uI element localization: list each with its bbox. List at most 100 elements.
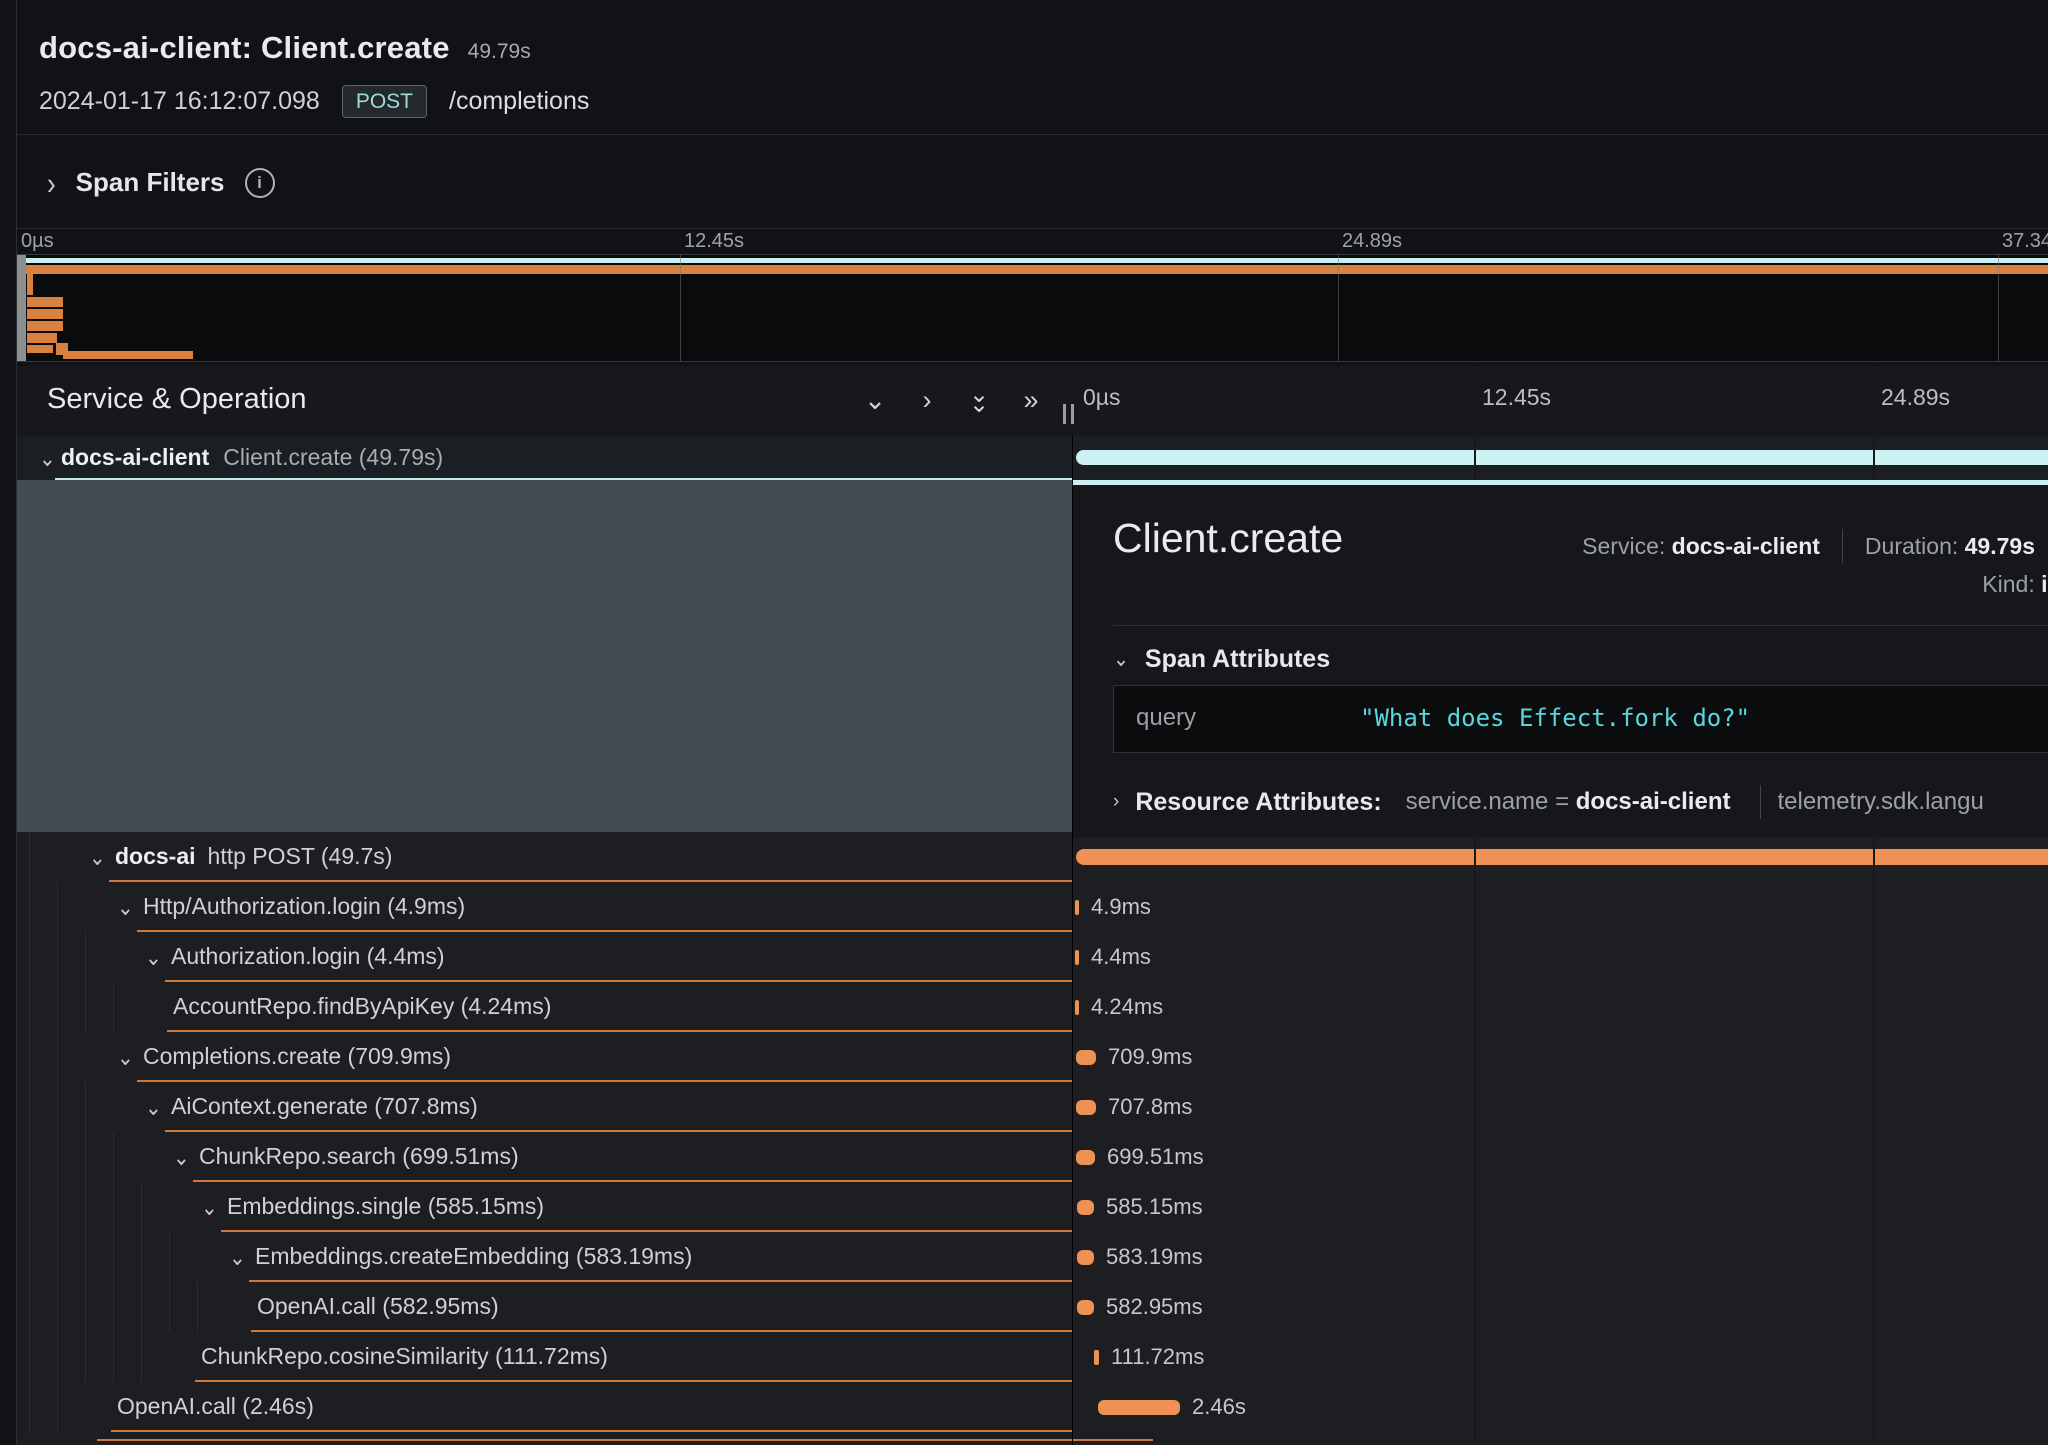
span-filters-toggle[interactable]: › Span Filters i: [47, 167, 275, 198]
minimap-tick-label: 12.45s: [684, 230, 744, 253]
trace-duration: 49.79s: [468, 40, 531, 64]
span-row[interactable]: ⌄Authorization.login (4.4ms)4.4ms: [17, 932, 2048, 982]
expand-all-icon[interactable]: »: [1011, 380, 1051, 420]
span-duration-label: 699.51ms: [1107, 1144, 1204, 1170]
span-row[interactable]: ⌄Http/Authorization.login (4.9ms)4.9ms: [17, 882, 2048, 932]
span-row-label: AiContext.generate (707.8ms): [171, 1093, 478, 1120]
span-row[interactable]: ⌄Embeddings.createEmbedding (583.19ms)58…: [17, 1232, 2048, 1282]
timeline-tick-label: 0µs: [1083, 384, 1121, 411]
span-detail-panel: Client.create Service: docs-ai-client Du…: [17, 480, 2048, 832]
span-attributes-title: Span Attributes: [1145, 645, 1330, 674]
minimap-span-bar: [27, 345, 53, 353]
span-duration-label: 707.8ms: [1108, 1094, 1192, 1120]
chevron-down-icon[interactable]: ⌄: [145, 943, 162, 972]
partial-span-row: [17, 1432, 2048, 1445]
span-duration-bar[interactable]: [1076, 1100, 1096, 1115]
span-row-label: OpenAI.call (582.95ms): [257, 1293, 499, 1320]
column-divider[interactable]: [1072, 436, 1073, 1445]
minimap-viewport-handle[interactable]: [17, 255, 26, 361]
span-row-label: docs-ai-clientClient.create (49.79s): [61, 444, 443, 471]
span-duration-bar[interactable]: [1076, 1150, 1095, 1165]
span-row-label: Embeddings.single (585.15ms): [227, 1193, 544, 1220]
span-row-label: OpenAI.call (2.46s): [117, 1393, 314, 1420]
attribute-row-query[interactable]: query "What does Effect.fork do?": [1113, 685, 2048, 753]
span-row[interactable]: ChunkRepo.cosineSimilarity (111.72ms)111…: [17, 1332, 2048, 1382]
resource-extra: telemetry.sdk.langu: [1777, 788, 1983, 816]
span-detail-content: Client.create Service: docs-ai-client Du…: [1073, 480, 2048, 837]
row-underline: [165, 1130, 1072, 1132]
collapse-all-icon[interactable]: ⌄⌄: [959, 380, 999, 420]
request-path: /completions: [449, 87, 589, 116]
span-attributes-toggle[interactable]: ⌄ Span Attributes: [1113, 645, 1330, 674]
span-duration-bar[interactable]: [1094, 1350, 1099, 1365]
span-duration-bar[interactable]: [1076, 849, 2048, 865]
span-duration-bar[interactable]: [1077, 1250, 1094, 1265]
span-duration-label: 583.19ms: [1106, 1244, 1203, 1270]
span-duration-label: 709.9ms: [1108, 1044, 1192, 1070]
chevron-down-icon[interactable]: ⌄: [201, 1193, 218, 1222]
row-underline: [165, 980, 1072, 982]
span-row[interactable]: ⌄Embeddings.single (585.15ms)585.15ms: [17, 1182, 2048, 1232]
span-filters-section: › Span Filters i: [17, 135, 2048, 229]
minimap-span-bar: [27, 309, 63, 319]
span-duration-label: 4.4ms: [1091, 944, 1151, 970]
span-row-label: docs-aihttp POST (49.7s): [115, 843, 392, 870]
trace-view-page: docs-ai-client: Client.create 49.79s 202…: [0, 0, 2048, 1445]
span-row[interactable]: ⌄ docs-aihttp POST (49.7s): [17, 832, 2048, 882]
minimap-span-bar: [27, 333, 57, 343]
span-row[interactable]: ⌄ChunkRepo.search (699.51ms)699.51ms: [17, 1132, 2048, 1182]
chevron-right-icon: ›: [47, 167, 56, 198]
span-row[interactable]: ⌄ AiContext.generate (707.8ms) 707.8ms: [17, 1082, 2048, 1132]
span-row[interactable]: OpenAI.call (582.95ms) 582.95ms: [17, 1282, 2048, 1332]
row-underline: [167, 1030, 1072, 1032]
minimap-gridline: [680, 255, 681, 361]
span-filters-label: Span Filters: [76, 167, 225, 198]
chevron-down-icon[interactable]: ⌄: [117, 1043, 134, 1072]
span-duration-bar[interactable]: [1075, 900, 1079, 915]
span-bar-client-create[interactable]: [1076, 450, 2048, 465]
span-duration-bar[interactable]: [1075, 950, 1079, 965]
span-row[interactable]: ⌄Completions.create (709.9ms)709.9ms: [17, 1032, 2048, 1082]
detail-divider: [1113, 625, 2048, 626]
row-underline: [249, 1280, 1072, 1282]
info-icon[interactable]: i: [245, 168, 275, 198]
chevron-down-icon[interactable]: ⌄: [173, 1143, 190, 1172]
attribute-key: query: [1136, 704, 1196, 732]
chevron-down-icon: ⌄: [1113, 646, 1129, 672]
column-resizer-handle[interactable]: [1063, 404, 1074, 424]
page-title: docs-ai-client: Client.create: [39, 30, 450, 66]
span-duration-bar[interactable]: [1098, 1400, 1180, 1415]
timeline-tick-label: 24.89s: [1881, 384, 1950, 411]
minimap-span-bar: [27, 321, 63, 331]
span-row-client-create[interactable]: ⌄ docs-ai-clientClient.create (49.79s): [17, 436, 2048, 480]
trace-header: docs-ai-client: Client.create 49.79s 202…: [17, 0, 2048, 135]
collapse-one-icon[interactable]: ⌄: [855, 380, 895, 420]
chevron-down-icon[interactable]: ⌄: [117, 893, 134, 922]
span-row[interactable]: OpenAI.call (2.46s)2.46s: [17, 1382, 2048, 1432]
minimap-canvas[interactable]: [17, 254, 2048, 362]
span-duration-bar[interactable]: [1075, 1000, 1079, 1015]
span-duration-label: 4.24ms: [1091, 994, 1163, 1020]
row-underline: [137, 930, 1072, 932]
chevron-down-icon[interactable]: ⌄: [145, 1093, 162, 1122]
resource-attributes-toggle[interactable]: › Resource Attributes: service.name = do…: [1113, 785, 1984, 819]
span-row[interactable]: AccountRepo.findByApiKey (4.24ms)4.24ms: [17, 982, 2048, 1032]
chevron-down-icon[interactable]: ⌄: [89, 843, 106, 872]
span-row-label: ChunkRepo.cosineSimilarity (111.72ms): [201, 1343, 608, 1370]
row-underline: [111, 1430, 1072, 1432]
minimap-span-bar: [27, 274, 33, 295]
span-duration-label: 582.95ms: [1106, 1294, 1203, 1320]
span-duration-bar[interactable]: [1076, 1050, 1096, 1065]
expand-one-icon[interactable]: ›: [907, 380, 947, 420]
span-detail-left-pane: [17, 480, 1072, 832]
service-operation-header: Service & Operation: [47, 383, 307, 416]
chevron-down-icon[interactable]: ⌄: [39, 444, 56, 473]
span-duration-bar[interactable]: [1077, 1300, 1094, 1315]
minimap-gridline: [1998, 255, 1999, 361]
span-duration-bar[interactable]: [1077, 1200, 1094, 1215]
minimap-tick-label: 37.34s: [2002, 230, 2048, 253]
span-rows-area: ⌄ docs-ai-clientClient.create (49.79s) C…: [17, 436, 2048, 1445]
chevron-down-icon[interactable]: ⌄: [229, 1243, 246, 1272]
service-name: docs-ai-client: [61, 444, 209, 470]
span-detail-meta: Service: docs-ai-client Duration: 49.79s: [1582, 529, 2048, 563]
